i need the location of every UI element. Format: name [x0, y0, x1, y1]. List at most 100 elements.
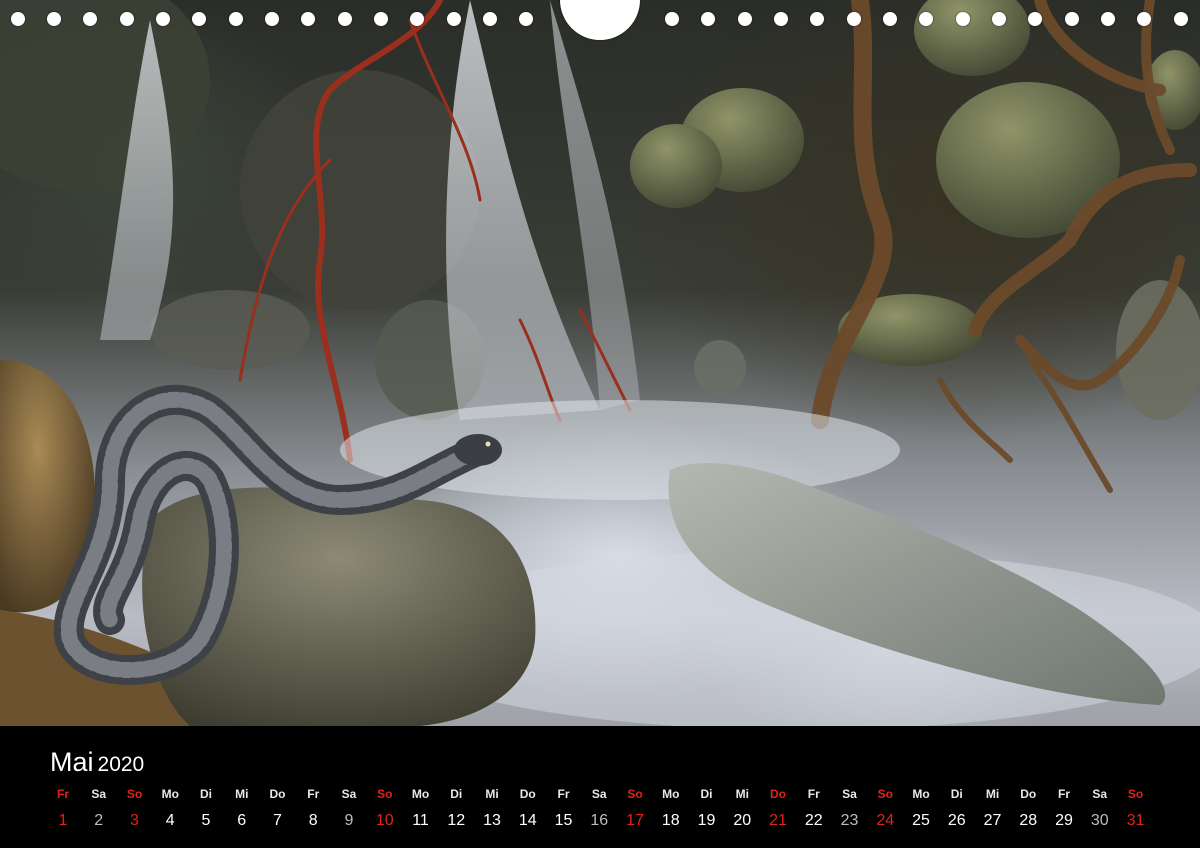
day-cell: Mo 4 [152, 786, 188, 832]
day-cell: Mi 13 [474, 786, 510, 832]
binding-hole [83, 12, 97, 26]
day-cell: Fr 1 [45, 786, 81, 832]
weekday-label: Sa [842, 787, 857, 801]
binding-hole [810, 12, 824, 26]
binding-hole [229, 12, 243, 26]
day-cell: So 31 [1118, 786, 1154, 832]
binding-hole [919, 12, 933, 26]
day-cell: Mo 25 [903, 786, 939, 832]
binding-hole [156, 12, 170, 26]
day-cell: Mi 27 [975, 786, 1011, 832]
weekday-label: Do [1020, 787, 1037, 801]
day-number: 8 [308, 812, 318, 829]
binding-hole [992, 12, 1006, 26]
day-number: 28 [1019, 812, 1038, 829]
day-cell: Di 12 [438, 786, 474, 832]
day-number: 14 [518, 812, 537, 829]
day-number: 22 [804, 812, 823, 829]
day-number: 20 [733, 812, 752, 829]
weekday-label: Mo [161, 787, 179, 801]
binding-hole [1137, 12, 1151, 26]
day-number: 30 [1090, 812, 1109, 829]
binding-hole [447, 12, 461, 26]
day-row: Fr 1 Sa 2 So 3 Mo 4 Di 5 Mi 6 Do 7 Fr 8 Sa 9 So 10 Mo 11 Di 12 M… [0, 786, 1200, 846]
day-number: 24 [876, 812, 895, 829]
day-cell: So 24 [867, 786, 903, 832]
day-cell: Fr 29 [1046, 786, 1082, 832]
weekday-label: Mo [662, 787, 680, 801]
day-number: 16 [590, 812, 609, 829]
day-cell: Mi 6 [224, 786, 260, 832]
weekday-label: Mo [411, 787, 430, 801]
day-cell: Do 14 [510, 786, 546, 832]
day-number: 25 [912, 812, 930, 829]
calendar-photo [0, 0, 1200, 726]
day-number: 12 [447, 812, 466, 829]
day-cell: Di 5 [188, 786, 224, 832]
hanger-hole [560, 0, 640, 40]
binding-hole [374, 12, 388, 26]
day-cell: Di 26 [939, 786, 975, 832]
weekday-label: So [377, 787, 393, 801]
day-cell: Fr 15 [546, 786, 582, 832]
day-cell: Mi 20 [724, 786, 760, 832]
day-number: 9 [344, 812, 354, 829]
day-number: 21 [769, 812, 787, 829]
day-number: 29 [1055, 812, 1073, 829]
day-cell: Sa 2 [81, 786, 117, 832]
day-number: 6 [237, 812, 247, 829]
binding-hole [47, 12, 61, 26]
weekday-label: So [627, 787, 643, 801]
weekday-label: Mo [912, 787, 930, 801]
day-cell: Fr 22 [796, 786, 832, 832]
binding-hole [265, 12, 279, 26]
day-number: 23 [840, 812, 859, 829]
binding-hole [410, 12, 424, 26]
binding-hole [483, 12, 497, 26]
weekday-label: Di [200, 787, 212, 801]
weekday-label: Sa [341, 787, 357, 801]
weekday-label: Di [700, 787, 713, 801]
weekday-label: Do [269, 787, 286, 801]
binding-hole [774, 12, 788, 26]
day-number: 13 [483, 812, 501, 829]
day-cell: Do 21 [760, 786, 796, 832]
day-number: 5 [201, 812, 211, 829]
weekday-label: Mi [735, 787, 749, 801]
weekday-label: Sa [1092, 787, 1108, 801]
day-cell: Do 7 [260, 786, 296, 832]
weekday-label: Do [519, 787, 536, 801]
binding-hole [883, 12, 897, 26]
weekday-label: So [877, 787, 893, 801]
day-number: 4 [165, 812, 175, 829]
calendar-strip: Mai 2020 Fr 1 Sa 2 So 3 Mo 4 Di 5 Mi 6 Do 7 Fr 8 Sa 9 So 10 M… [0, 726, 1200, 848]
binding-hole [1065, 12, 1079, 26]
day-number: 2 [94, 812, 104, 829]
weekday-label: Mi [235, 787, 249, 801]
day-number: 1 [58, 812, 68, 829]
day-number: 10 [375, 812, 394, 829]
weekday-label: So [126, 787, 143, 801]
day-number: 19 [697, 812, 716, 829]
day-cell: Sa 30 [1082, 786, 1118, 832]
weekday-label: Mi [985, 787, 1000, 801]
weekday-label: Fr [557, 787, 570, 801]
weekday-label: Fr [307, 787, 320, 801]
weekday-label: Fr [57, 787, 69, 801]
binding-hole [11, 12, 25, 26]
binding-hole [519, 12, 533, 26]
day-cell: Sa 9 [331, 786, 367, 832]
day-cell: So 3 [117, 786, 153, 832]
day-cell: Mo 11 [403, 786, 439, 832]
day-cell: Fr 8 [295, 786, 331, 832]
day-cell: So 17 [617, 786, 653, 832]
photo-illustration [0, 0, 1200, 726]
weekday-label: Sa [591, 787, 607, 801]
binding-hole [738, 12, 752, 26]
binding-hole [192, 12, 206, 26]
day-number: 7 [273, 812, 282, 829]
weekday-label: Di [950, 787, 963, 801]
day-number: 17 [626, 812, 644, 829]
day-number: 15 [554, 812, 573, 829]
day-number: 27 [983, 812, 1002, 829]
